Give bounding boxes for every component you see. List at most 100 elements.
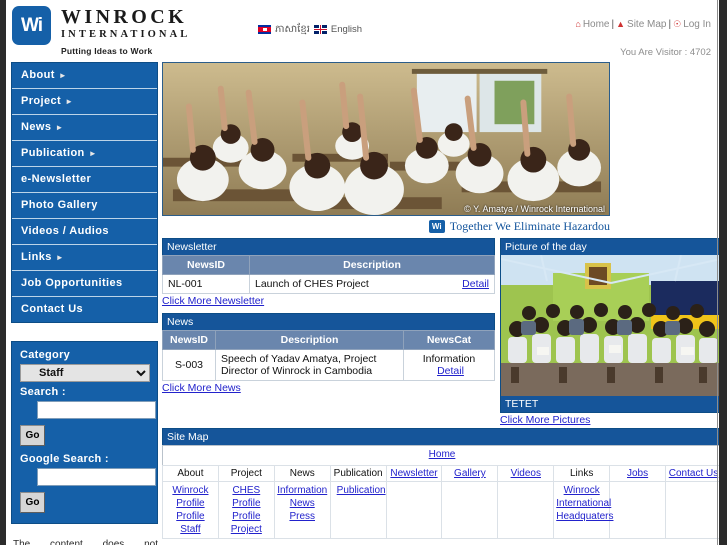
chevron-right-icon: ► bbox=[55, 253, 65, 262]
newscat-text: Information bbox=[422, 353, 476, 365]
uk-flag-icon bbox=[313, 25, 327, 34]
photo-credit: © Y. Amatya / Winrock International bbox=[464, 204, 605, 214]
category-select[interactable]: Staff bbox=[20, 364, 150, 382]
sitemap-about-links: Winrock Profile Profile Staff bbox=[162, 481, 219, 539]
newsletter-detail-link[interactable]: Detail bbox=[462, 278, 489, 290]
sitemap-col-jobs: Jobs bbox=[609, 465, 667, 482]
logo-text-block: WINROCK INTERNATIONAL Putting Ideas to W… bbox=[61, 6, 190, 56]
link-winrock-hq[interactable]: Winrock International Headquaters bbox=[556, 484, 613, 523]
table-row: S-003 Speech of Yadav Amatya, Project Di… bbox=[162, 349, 495, 381]
google-go-button[interactable]: Go bbox=[20, 492, 45, 513]
link-project-project[interactable]: Project bbox=[221, 523, 272, 536]
menu-item-photo-gallery[interactable]: Photo Gallery bbox=[12, 193, 157, 219]
divider: | bbox=[611, 19, 615, 30]
window-right-edge bbox=[719, 0, 727, 545]
menu-item-videos-audios[interactable]: Videos / Audios bbox=[12, 219, 157, 245]
sitemap-newsletter-link[interactable]: Newsletter bbox=[390, 468, 437, 479]
sitemap-col-videos: Videos bbox=[497, 465, 555, 482]
menu-label: Publication bbox=[21, 147, 85, 159]
sitemap-publication-links: Publication bbox=[329, 481, 387, 539]
search-label: Search : bbox=[20, 386, 66, 398]
search-go-button[interactable]: Go bbox=[20, 425, 45, 446]
menu-item-news[interactable]: News ► bbox=[12, 115, 157, 141]
link-about-profile[interactable]: Profile bbox=[165, 510, 216, 523]
sitemap-header-row: About Project News Publication Newslette… bbox=[162, 465, 719, 482]
top-sitemap-link[interactable]: Site Map bbox=[627, 19, 666, 30]
more-newsletter-link[interactable]: Click More Newsletter bbox=[162, 295, 264, 307]
chevron-right-icon: ► bbox=[88, 149, 98, 158]
sitemap-col-project: Project bbox=[217, 465, 275, 482]
cell-newscat: Information Detail bbox=[403, 349, 495, 381]
sitemap-jobs-link[interactable]: Jobs bbox=[627, 468, 648, 479]
menu-item-publication[interactable]: Publication ► bbox=[12, 141, 157, 167]
winrock-small-logo-icon: Wi bbox=[428, 220, 445, 233]
sitemap-home-link[interactable]: Home bbox=[429, 449, 456, 460]
col-description: Description bbox=[215, 330, 404, 350]
logo-tagline: Putting Ideas to Work bbox=[61, 46, 153, 56]
logo-line-1: WINROCK bbox=[61, 6, 188, 28]
lang-khmer-link[interactable]: ភាសាខ្មែរ bbox=[275, 22, 310, 37]
link-project-profile[interactable]: Profile bbox=[221, 510, 272, 523]
visitor-counter: You Are Visitor : 4702 bbox=[620, 47, 711, 58]
search-input[interactable] bbox=[37, 401, 156, 419]
tagline-text: Together We Eliminate Hazardou bbox=[449, 219, 610, 233]
table-row: NL-001 Launch of CHES Project Detail bbox=[162, 274, 495, 294]
sitemap-videos-link[interactable]: Videos bbox=[511, 468, 541, 479]
more-news-link[interactable]: Click More News bbox=[162, 382, 241, 394]
login-icon: ☉ bbox=[673, 19, 682, 29]
link-news-press[interactable]: Press bbox=[277, 510, 328, 523]
col-description: Description bbox=[249, 255, 495, 275]
sitemap-icon: ▲ bbox=[616, 19, 626, 29]
lang-english-link[interactable]: English bbox=[331, 24, 362, 35]
menu-item-contact-us[interactable]: Contact Us bbox=[12, 297, 157, 322]
google-search-input[interactable] bbox=[37, 468, 156, 486]
sitemap-gallery-link[interactable]: Gallery bbox=[454, 468, 486, 479]
menu-item-enewsletter[interactable]: e-Newsletter bbox=[12, 167, 157, 193]
left-content-column: Newsletter NewsID Description NL-001 Lau… bbox=[162, 238, 495, 400]
cell-description: Launch of CHES Project Detail bbox=[249, 274, 495, 294]
sitemap-col-gallery: Gallery bbox=[441, 465, 499, 482]
link-news-news[interactable]: News bbox=[277, 497, 328, 510]
winrock-logo-icon: Wi bbox=[12, 6, 51, 45]
picture-caption: TETET bbox=[501, 396, 719, 412]
chevron-right-icon: ► bbox=[58, 71, 68, 80]
top-home-link[interactable]: Home bbox=[583, 19, 610, 30]
sitemap-gallery-links bbox=[441, 481, 499, 539]
menu-item-about[interactable]: About ► bbox=[12, 63, 157, 89]
news-panel: News NewsID Description NewsCat S-003 Sp… bbox=[162, 313, 495, 394]
menu-label: Links bbox=[21, 251, 52, 263]
menu-item-project[interactable]: Project ► bbox=[12, 89, 157, 115]
picture-panel-title: Picture of the day bbox=[500, 238, 719, 255]
picture-frame: TETET bbox=[500, 255, 719, 413]
sitemap-panel-title: Site Map bbox=[162, 428, 719, 445]
sitemap-contact-link[interactable]: Contact Us bbox=[669, 468, 718, 479]
link-publication[interactable]: Publication bbox=[337, 484, 386, 497]
language-switcher: ភាសាខ្មែរ English bbox=[258, 22, 362, 37]
disclaimer-text: The content does not necessarily reflect… bbox=[13, 539, 158, 545]
sitemap-newsletter-links bbox=[385, 481, 443, 539]
sitemap-table: Home About Project News Publication News… bbox=[162, 445, 719, 539]
menu-item-links[interactable]: Links ► bbox=[12, 245, 157, 271]
site-logo[interactable]: Wi WINROCK INTERNATIONAL Putting Ideas t… bbox=[12, 6, 190, 56]
cambodia-flag-icon bbox=[258, 25, 271, 34]
more-pictures-link[interactable]: Click More Pictures bbox=[500, 414, 590, 426]
page-root: Wi WINROCK INTERNATIONAL Putting Ideas t… bbox=[6, 0, 719, 545]
col-newscat: NewsCat bbox=[403, 330, 495, 350]
news-table: NewsID Description NewsCat S-003 Speech … bbox=[162, 330, 495, 381]
sitemap-links-row: Winrock Profile Profile Staff CHES Profi… bbox=[162, 481, 719, 539]
link-ches-profile[interactable]: CHES Profile bbox=[221, 484, 272, 510]
link-news-information[interactable]: Information bbox=[277, 484, 328, 497]
description-text: Launch of CHES Project bbox=[255, 278, 369, 290]
project-tagline: Wi Together We Eliminate Hazardou bbox=[162, 216, 610, 238]
sitemap-col-contact: Contact Us bbox=[665, 465, 719, 482]
sitemap-home-cell: Home bbox=[162, 445, 719, 466]
top-login-link[interactable]: Log In bbox=[683, 19, 711, 30]
newsletter-table: NewsID Description NL-001 Launch of CHES… bbox=[162, 255, 495, 294]
picture-of-the-day-photo bbox=[501, 255, 719, 396]
link-about-staff[interactable]: Staff bbox=[165, 523, 216, 536]
menu-item-job-opportunities[interactable]: Job Opportunities bbox=[12, 271, 157, 297]
main-content: © Y. Amatya / Winrock International Wi T… bbox=[158, 62, 719, 539]
cell-newsid: S-003 bbox=[162, 349, 216, 381]
link-winrock-profile[interactable]: Winrock Profile bbox=[165, 484, 216, 510]
news-detail-link[interactable]: Detail bbox=[437, 365, 464, 377]
